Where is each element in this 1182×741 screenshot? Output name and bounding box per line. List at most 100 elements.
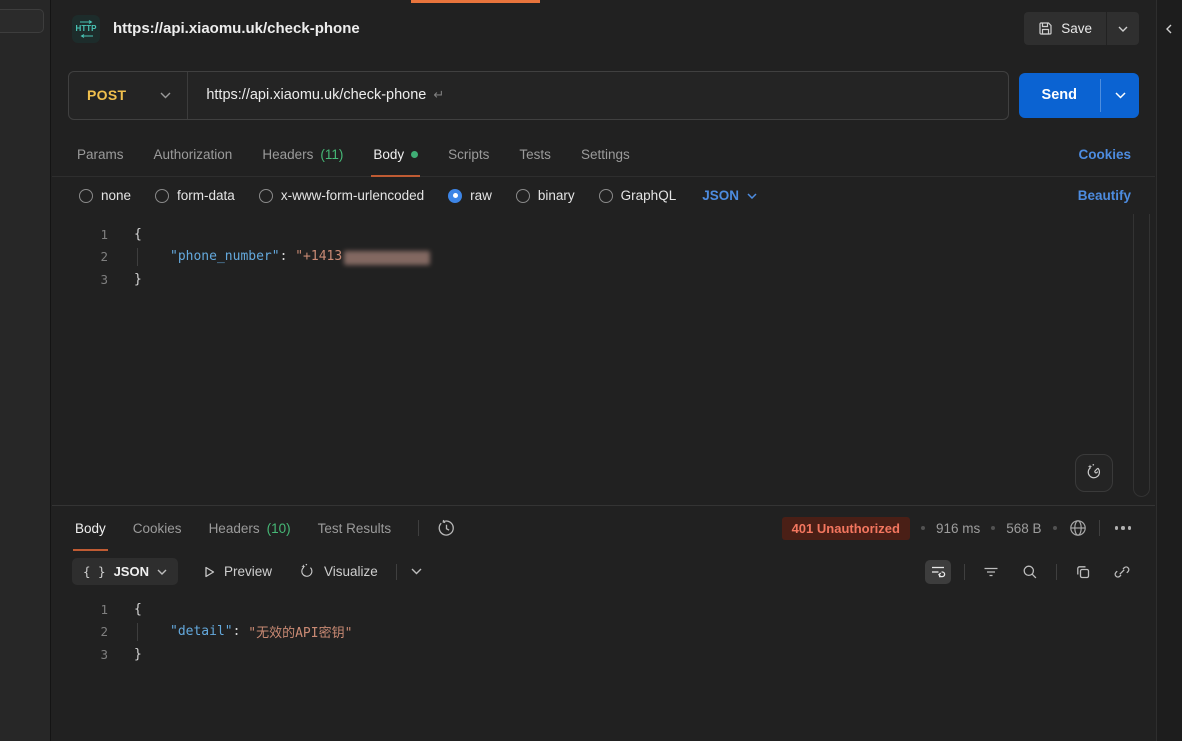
body-type-binary[interactable]: binary — [516, 188, 575, 203]
line-number: 3 — [52, 647, 108, 662]
sidebar-collapsed-tab[interactable] — [0, 9, 44, 33]
save-options-chevron[interactable] — [1107, 12, 1139, 45]
redacted-phone-number — [344, 251, 430, 265]
response-history-icon[interactable] — [437, 519, 456, 538]
body-type-form-data[interactable]: form-data — [155, 188, 235, 203]
search-response-button[interactable] — [1017, 560, 1043, 584]
save-button-label: Save — [1061, 21, 1092, 36]
response-body-viewer[interactable]: 1 { 2 "detail": "无效的API密钥" 3 } — [52, 593, 1155, 741]
json-key-token: "detail" — [170, 624, 233, 639]
response-tools-right — [925, 560, 1135, 584]
colon-token: : — [233, 624, 249, 639]
tab-scripts[interactable]: Scripts — [448, 133, 489, 176]
send-button[interactable]: Send — [1019, 73, 1100, 118]
beautify-link[interactable]: Beautify — [1078, 188, 1131, 203]
close-brace-token: } — [134, 647, 142, 662]
response-tab-headers[interactable]: Headers (10) — [209, 506, 291, 550]
tab-scripts-label: Scripts — [448, 147, 489, 162]
divider — [396, 564, 397, 580]
api-client-window: HTTP https://api.xiaomu.uk/check-phone S… — [0, 0, 1182, 741]
url-input[interactable]: https://api.xiaomu.uk/check-phone ↵ — [188, 87, 1007, 103]
preview-button[interactable]: Preview — [202, 564, 272, 579]
tab-headers[interactable]: Headers (11) — [262, 133, 343, 176]
response-tab-body-label: Body — [75, 521, 106, 536]
method-selector[interactable]: POST — [69, 72, 187, 119]
request-body-editor[interactable]: 1 { 2 "phone_number": "+1413 3 } — [52, 214, 1155, 505]
left-sidebar-rail — [0, 0, 51, 741]
body-type-none-label: none — [101, 188, 131, 203]
visualize-label: Visualize — [324, 564, 378, 579]
body-type-form-data-label: form-data — [177, 188, 235, 203]
preview-play-icon — [202, 565, 216, 579]
status-badge[interactable]: 401 Unauthorized — [782, 517, 910, 540]
response-time[interactable]: 916 ms — [936, 521, 980, 536]
body-type-binary-label: binary — [538, 188, 575, 203]
tab-authorization[interactable]: Authorization — [154, 133, 233, 176]
code-line: 3 } — [52, 643, 1155, 666]
editor-scrollbar-track[interactable] — [1133, 214, 1150, 497]
response-toolbar: { } JSON Preview Visualize — [52, 550, 1155, 593]
raw-language-selector[interactable]: JSON — [702, 188, 757, 203]
divider — [964, 564, 965, 580]
url-builder-row: POST https://api.xiaomu.uk/check-phone ↵… — [52, 57, 1155, 133]
postbot-ai-button[interactable] — [1075, 454, 1113, 492]
divider — [418, 520, 419, 536]
format-chevron-icon — [157, 569, 167, 575]
body-type-raw[interactable]: raw — [448, 188, 492, 203]
tab-headers-label: Headers — [262, 147, 313, 162]
response-tab-headers-label: Headers — [209, 521, 260, 536]
link-icon — [1114, 564, 1130, 580]
visualize-button[interactable]: Visualize — [298, 563, 378, 581]
preview-label: Preview — [224, 564, 272, 579]
cookies-link[interactable]: Cookies — [1078, 133, 1131, 176]
more-options-icon[interactable] — [1111, 522, 1136, 534]
active-tab-underline — [73, 549, 108, 551]
more-views-chevron[interactable] — [411, 568, 422, 575]
send-button-group: Send — [1019, 73, 1139, 118]
colon-token: : — [280, 249, 296, 264]
response-tab-body[interactable]: Body — [75, 506, 106, 550]
line-number: 3 — [52, 272, 108, 287]
link-response-button[interactable] — [1109, 560, 1135, 584]
dot-separator — [921, 526, 925, 530]
body-type-raw-label: raw — [470, 188, 492, 203]
radio-icon — [79, 189, 93, 203]
body-type-urlencoded[interactable]: x-www-form-urlencoded — [259, 188, 424, 203]
copy-response-button[interactable] — [1070, 560, 1096, 584]
url-text: https://api.xiaomu.uk/check-phone — [206, 87, 426, 103]
tab-body-label: Body — [373, 147, 404, 162]
json-value-token: "+1413 — [295, 249, 342, 264]
response-tab-cookies[interactable]: Cookies — [133, 506, 182, 550]
body-type-graphql[interactable]: GraphQL — [599, 188, 677, 203]
right-sidebar-rail — [1156, 0, 1182, 741]
body-type-graphql-label: GraphQL — [621, 188, 677, 203]
collapse-panel-icon[interactable] — [1164, 24, 1176, 34]
divider — [1056, 564, 1057, 580]
tab-settings[interactable]: Settings — [581, 133, 630, 176]
wrap-text-toggle[interactable] — [925, 560, 951, 584]
search-icon — [1022, 564, 1038, 580]
line-number: 2 — [52, 249, 108, 264]
network-globe-icon[interactable] — [1068, 518, 1088, 538]
filter-results-button[interactable] — [978, 560, 1004, 584]
visualize-sparkle-icon — [298, 563, 316, 581]
body-type-none[interactable]: none — [79, 188, 131, 203]
tab-params[interactable]: Params — [77, 133, 124, 176]
http-badge-label: HTTP — [76, 25, 97, 33]
dot-separator — [1053, 526, 1057, 530]
response-size[interactable]: 568 B — [1006, 521, 1041, 536]
enter-key-hint: ↵ — [433, 87, 444, 103]
tab-tests-label: Tests — [519, 147, 551, 162]
send-options-chevron[interactable] — [1101, 73, 1139, 118]
json-value-token: "无效的API密钥" — [248, 622, 352, 641]
code-line: 1 { — [52, 223, 1155, 246]
send-button-label: Send — [1042, 87, 1077, 103]
close-brace-token: } — [134, 272, 142, 287]
save-button[interactable]: Save — [1024, 12, 1106, 45]
response-tab-test-results[interactable]: Test Results — [318, 506, 392, 550]
tab-body[interactable]: Body — [373, 133, 418, 176]
tab-tests[interactable]: Tests — [519, 133, 551, 176]
active-tab-underline — [371, 175, 420, 177]
radio-icon — [516, 189, 530, 203]
response-format-selector[interactable]: { } JSON — [72, 558, 178, 585]
